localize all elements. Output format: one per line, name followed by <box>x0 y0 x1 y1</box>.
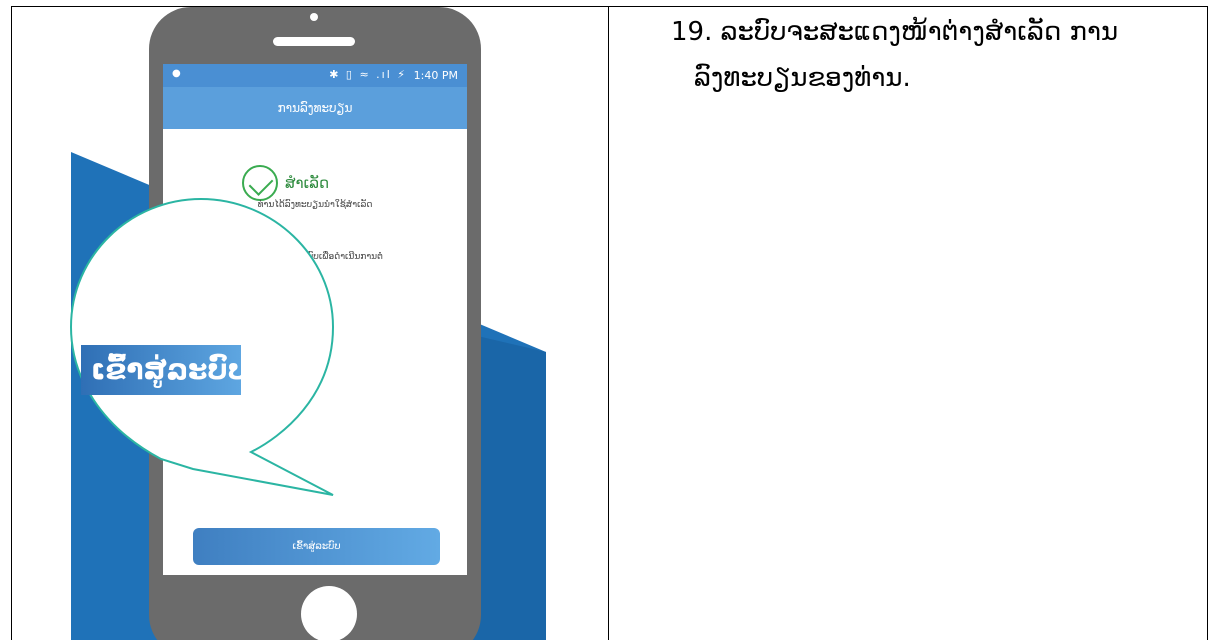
status-bar: ● ✱ ▯ ≈ .ıl ⚡ 1:40 PM <box>163 64 467 87</box>
app-bar-title: ການລົງທະບຽນ <box>163 87 467 129</box>
check-mark-icon <box>248 171 274 196</box>
phone-home-button <box>301 586 357 640</box>
success-subtitle: ທ່ານໄດ້ລົງທະບຽນນໍາໃຊ້ສໍາເລັດ <box>257 200 373 210</box>
illustration-cell: ● ✱ ▯ ≈ .ıl ⚡ 1:40 PM ການລົງທະບຽນ ສໍາເລັ… <box>11 7 607 640</box>
check-circle-icon <box>242 165 278 201</box>
phone-camera-icon <box>310 13 318 21</box>
login-button[interactable]: ເຂົ້າສູ່ລະບົບ <box>193 528 440 565</box>
success-title: ສໍາເລັດ <box>285 174 330 192</box>
zoom-login-label: ເຂົ້າສູ່ລະບົບ <box>81 345 241 395</box>
instruction-text: ກະລຸນາເຂົ້າສູ່ລະບົບເພື່ອດໍາເນີນການຕໍ່ <box>247 252 383 262</box>
status-icons: ✱ ▯ ≈ .ıl ⚡ <box>329 68 407 81</box>
phone-speaker-icon <box>273 37 355 46</box>
status-time: 1:40 PM <box>413 69 458 82</box>
phone-screen: ● ✱ ▯ ≈ .ıl ⚡ 1:40 PM ການລົງທະບຽນ ສໍາເລັ… <box>163 64 467 575</box>
caption-line-1: 19. ລະບົບຈະສະແດງໜ້າຕ່າງສໍາເລັດ ການ <box>671 17 1119 47</box>
notification-icon: ● <box>172 68 181 79</box>
caption-line-2: ລົງທະບຽນຂອງທ່ານ. <box>694 63 911 93</box>
caption-cell: 19. ລະບົບຈະສະແດງໜ້າຕ່າງສໍາເລັດ ການ ລົງທະ… <box>609 7 1207 640</box>
